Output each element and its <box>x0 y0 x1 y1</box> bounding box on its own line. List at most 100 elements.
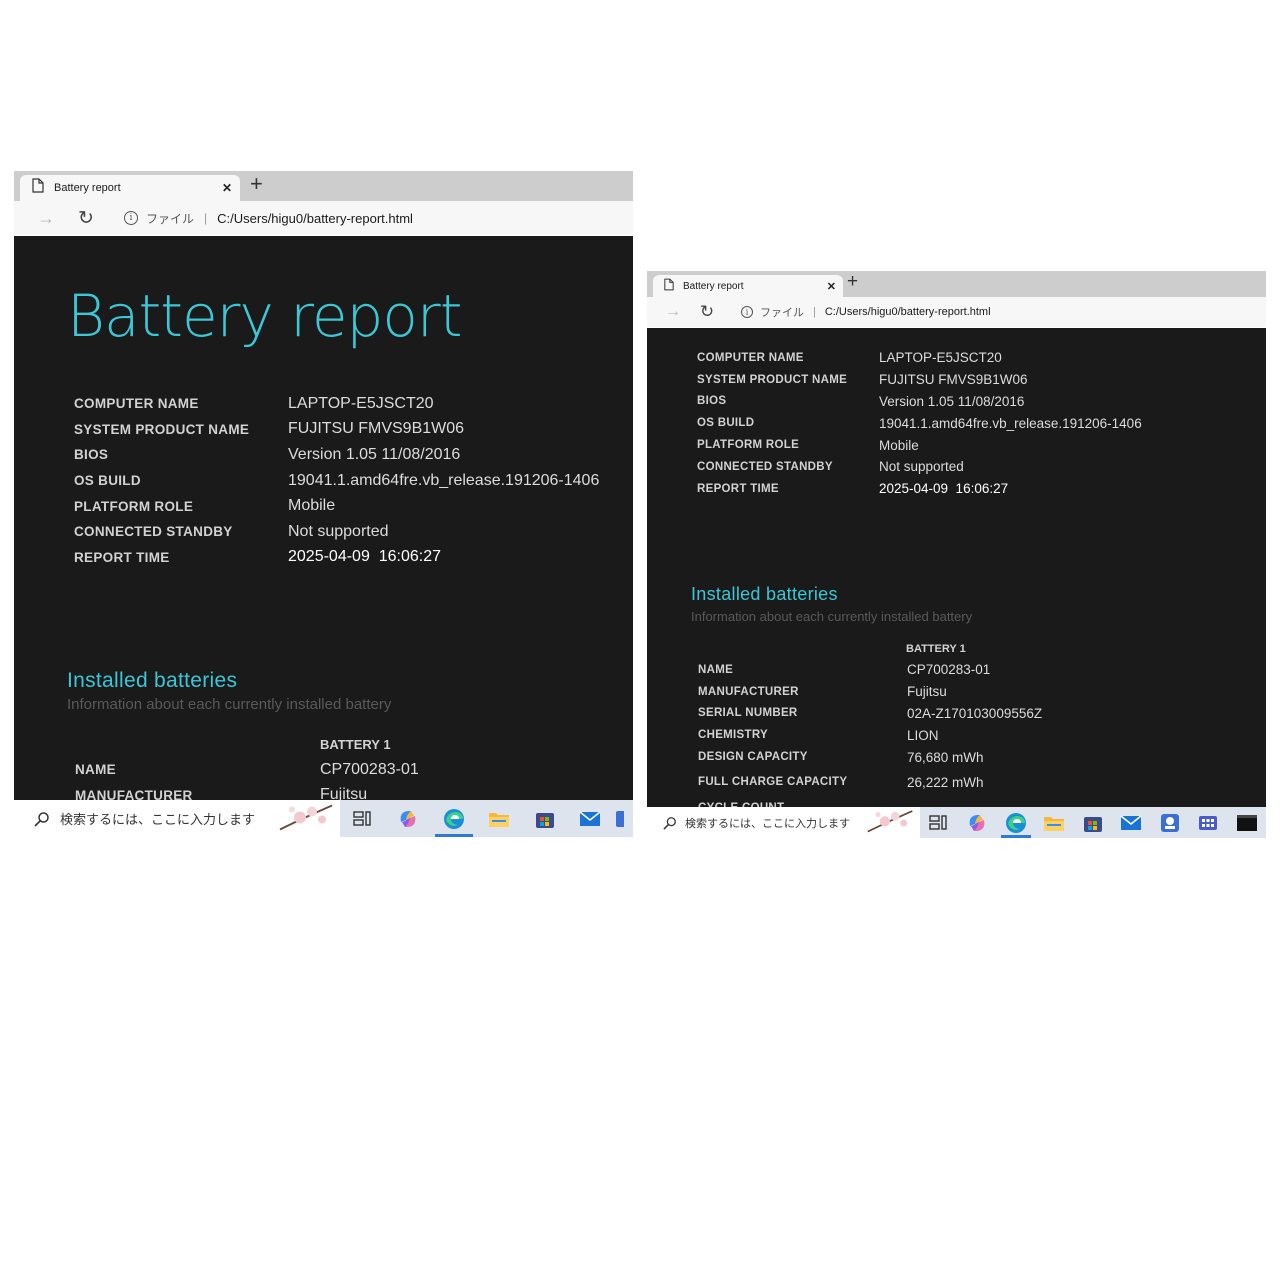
taskbar-search-box[interactable]: 検索するには、ここに入力します <box>14 800 340 837</box>
page-title: Battery report <box>67 282 462 350</box>
app-icon-blue[interactable] <box>1151 807 1190 838</box>
battery-row-label: CYCLE COUNT <box>698 797 907 807</box>
info-row: COMPUTER NAME LAPTOP-E5JSCT20 <box>74 391 599 417</box>
battery-row-label: MANUFACTURER <box>698 685 799 698</box>
report-page: Battery report COMPUTER NAME LAPTOP-E5JSC… <box>14 236 633 800</box>
info-row: PLATFORM ROLE Mobile <box>74 493 599 519</box>
battery-row: MANUFACTURER Fujitsu <box>75 783 480 800</box>
info-row: BIOS Version 1.05 11/08/2016 <box>74 442 599 468</box>
file-scheme-label: ファイル <box>760 307 804 319</box>
installed-batteries-heading: Installed batteries <box>691 584 838 604</box>
system-info-table: COMPUTER NAME LAPTOP-E5JSCT20 SYSTEM PRODU… <box>74 391 599 570</box>
installed-batteries-subtitle: Information about each currently install… <box>67 696 392 713</box>
site-info-icon[interactable]: i <box>741 306 753 318</box>
info-row-value: Not supported <box>288 522 389 540</box>
info-row: REPORT TIME 2025-04-09 16:06:27 <box>697 478 1142 500</box>
battery-row-label: NAME <box>698 663 734 676</box>
info-row-value: 2025-04-09 16:06:27 <box>879 481 1009 497</box>
refresh-button[interactable]: ↻ <box>72 207 100 230</box>
site-info-icon[interactable]: i <box>124 211 138 225</box>
edge-icon[interactable] <box>431 800 477 837</box>
task-view-icon[interactable] <box>920 807 959 838</box>
terminal-icon[interactable] <box>1228 807 1267 838</box>
search-icon <box>34 811 50 827</box>
info-row: BIOS Version 1.05 11/08/2016 <box>697 391 1142 413</box>
microsoft-store-icon[interactable] <box>1074 807 1113 838</box>
browser-tab[interactable]: Battery report ✕ <box>653 275 843 298</box>
mail-icon[interactable] <box>1112 807 1151 838</box>
info-row-value: LAPTOP-E5JSCT20 <box>288 394 434 412</box>
battery-row-label: FULL CHARGE CAPACITY <box>698 776 848 789</box>
info-row: PLATFORM ROLE Mobile <box>697 434 1142 456</box>
battery-row: NAME CP700283-01 <box>75 757 480 783</box>
mail-icon[interactable] <box>568 800 614 837</box>
refresh-button[interactable]: ↻ <box>695 302 719 322</box>
battery-row-value: Fujitsu <box>907 684 947 700</box>
new-tab-button[interactable]: + <box>847 271 858 293</box>
battery-row-value: 02A-Z170103009556Z <box>907 705 1043 721</box>
info-row: CONNECTED STANDBY Not supported <box>697 456 1142 478</box>
edge-icon[interactable] <box>997 807 1036 838</box>
info-row-value: Version 1.05 11/08/2016 <box>879 393 1025 409</box>
battery-row-label: SERIAL NUMBER <box>698 707 798 720</box>
info-row-value: Version 1.05 11/08/2016 <box>288 445 461 463</box>
close-tab-icon[interactable]: ✕ <box>827 280 836 293</box>
installed-batteries-subtitle: Information about each currently install… <box>691 609 973 624</box>
taskbar: 検索するには、ここに入力します <box>14 800 633 837</box>
info-row-label: SYSTEM PRODUCT NAME <box>74 421 250 437</box>
forward-button[interactable]: → <box>32 208 60 229</box>
new-tab-button[interactable]: + <box>250 171 263 197</box>
battery-row-label: DESIGN CAPACITY <box>698 751 808 764</box>
info-row-label: COMPUTER NAME <box>697 351 804 364</box>
info-row-label: BIOS <box>74 447 109 463</box>
battery-row-value <box>907 797 1042 807</box>
battery-row: SERIAL NUMBER 02A-Z170103009556Z <box>698 703 1042 725</box>
info-row-label: CONNECTED STANDBY <box>74 524 233 540</box>
battery-column-header: BATTERY 1 <box>906 643 966 655</box>
address-separator: | <box>813 306 816 318</box>
info-row-label: OS BUILD <box>74 473 141 489</box>
info-row-label: PLATFORM ROLE <box>697 439 800 452</box>
battery-row-value: CP700283-01 <box>320 760 419 778</box>
tab-title: Battery report <box>683 281 744 292</box>
battery-row-value: Fujitsu <box>320 786 368 800</box>
left-screenshot: Battery report ✕ + → ↻ i ファイル | C:/Users… <box>14 171 633 837</box>
url-field[interactable]: C:/Users/higu0/battery-report.html <box>217 211 413 226</box>
info-row-value: 19041.1.amd64fre.vb_release.191206-1406 <box>288 471 600 489</box>
file-explorer-icon[interactable] <box>477 800 523 837</box>
microsoft-store-icon[interactable] <box>522 800 568 837</box>
address-toolbar: → ↻ i ファイル | C:/Users/higu0/battery-repo… <box>647 297 1266 327</box>
search-icon <box>663 816 677 830</box>
copilot-icon[interactable] <box>958 807 997 838</box>
task-view-icon[interactable] <box>340 800 386 837</box>
battery-row: CYCLE COUNT <box>698 797 1042 807</box>
page-icon <box>664 278 674 296</box>
browser-tab[interactable]: Battery report ✕ <box>20 175 240 201</box>
info-row-label: SYSTEM PRODUCT NAME <box>697 373 848 386</box>
info-row-label: OS BUILD <box>697 417 755 430</box>
info-row-label: COMPUTER NAME <box>74 396 199 412</box>
info-row: CONNECTED STANDBY Not supported <box>74 519 599 545</box>
partial-app-icon[interactable] <box>613 800 625 837</box>
taskbar-icons <box>920 807 1267 838</box>
search-placeholder: 検索するには、ここに入力します <box>685 817 850 830</box>
battery-row-value: 26,222 mWh <box>907 774 984 790</box>
info-row-label: PLATFORM ROLE <box>74 498 194 514</box>
battery-row: MANUFACTURER Fujitsu <box>698 681 1042 703</box>
info-row-value: 19041.1.amd64fre.vb_release.191206-1406 <box>879 415 1142 431</box>
forward-button[interactable]: → <box>661 303 685 321</box>
system-info-table: COMPUTER NAME LAPTOP-E5JSCT20 SYSTEM PRODU… <box>697 347 1142 500</box>
info-row: REPORT TIME 2025-04-09 16:06:27 <box>74 545 599 571</box>
taskbar-icons <box>340 800 625 837</box>
info-row: OS BUILD 19041.1.amd64fre.vb_release.1912… <box>74 468 599 494</box>
right-screenshot: Battery report ✕ + → ↻ i ファイル | C:/Users… <box>647 271 1266 838</box>
file-explorer-icon[interactable] <box>1035 807 1074 838</box>
close-tab-icon[interactable]: ✕ <box>222 181 232 195</box>
battery-row-value: LION <box>907 727 939 743</box>
taskbar-search-box[interactable]: 検索するには、ここに入力します <box>647 807 920 838</box>
copilot-icon[interactable] <box>386 800 432 837</box>
search-placeholder: 検索するには、ここに入力します <box>60 812 256 827</box>
app-icon-grid[interactable] <box>1189 807 1228 838</box>
battery-row-value: CP700283-01 <box>907 662 991 678</box>
url-field[interactable]: C:/Users/higu0/battery-report.html <box>825 306 991 318</box>
